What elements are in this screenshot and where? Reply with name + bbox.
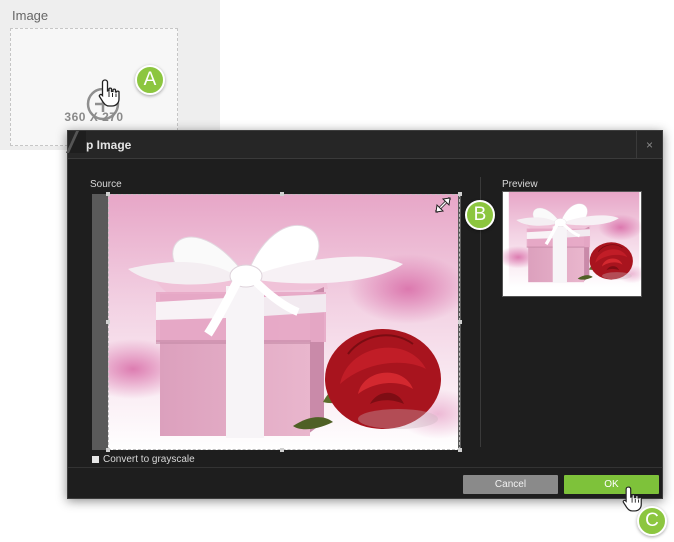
image-size-hint: 360 X 270 [64, 110, 124, 124]
dialog-pointer-arrow [66, 131, 86, 153]
preview-image [503, 192, 641, 296]
footer-divider [68, 467, 662, 468]
image-upload-panel: Image 360 X 270 [0, 0, 220, 150]
callout-badge-a: A [135, 65, 165, 95]
crop-handle-bottom-right[interactable] [458, 448, 462, 452]
screenshot-root: Image 360 X 270 A rop Image × Source Pre… [0, 0, 674, 542]
ok-button[interactable]: OK [564, 475, 659, 494]
crop-handle-top-right[interactable] [458, 192, 462, 196]
crop-handle-bottom[interactable] [280, 448, 284, 452]
hand-pointer-icon [622, 486, 642, 512]
preview-label: Preview [502, 179, 538, 190]
cancel-button[interactable]: Cancel [463, 475, 558, 494]
diagonal-resize-icon[interactable] [432, 194, 454, 216]
crop-image-dialog: rop Image × Source Preview Convert to gr… [67, 130, 663, 499]
source-image-area[interactable] [92, 192, 462, 452]
hand-pointer-icon [98, 79, 120, 107]
crop-handle-top[interactable] [280, 192, 284, 196]
crop-handle-bottom-left[interactable] [106, 448, 110, 452]
grayscale-label: Convert to grayscale [103, 454, 195, 465]
source-label: Source [90, 179, 122, 190]
preview-image-area [502, 191, 642, 297]
grayscale-checkbox[interactable] [92, 456, 99, 463]
crop-selection-box[interactable] [106, 192, 462, 452]
callout-badge-b: B [465, 200, 495, 230]
crop-handle-left[interactable] [106, 320, 110, 324]
crop-handle-right[interactable] [458, 320, 462, 324]
crop-handle-top-left[interactable] [106, 192, 110, 196]
callout-badge-c: C [637, 506, 667, 536]
image-field-label: Image [12, 8, 49, 23]
dialog-header: rop Image × [68, 131, 662, 159]
close-icon[interactable]: × [636, 131, 662, 159]
